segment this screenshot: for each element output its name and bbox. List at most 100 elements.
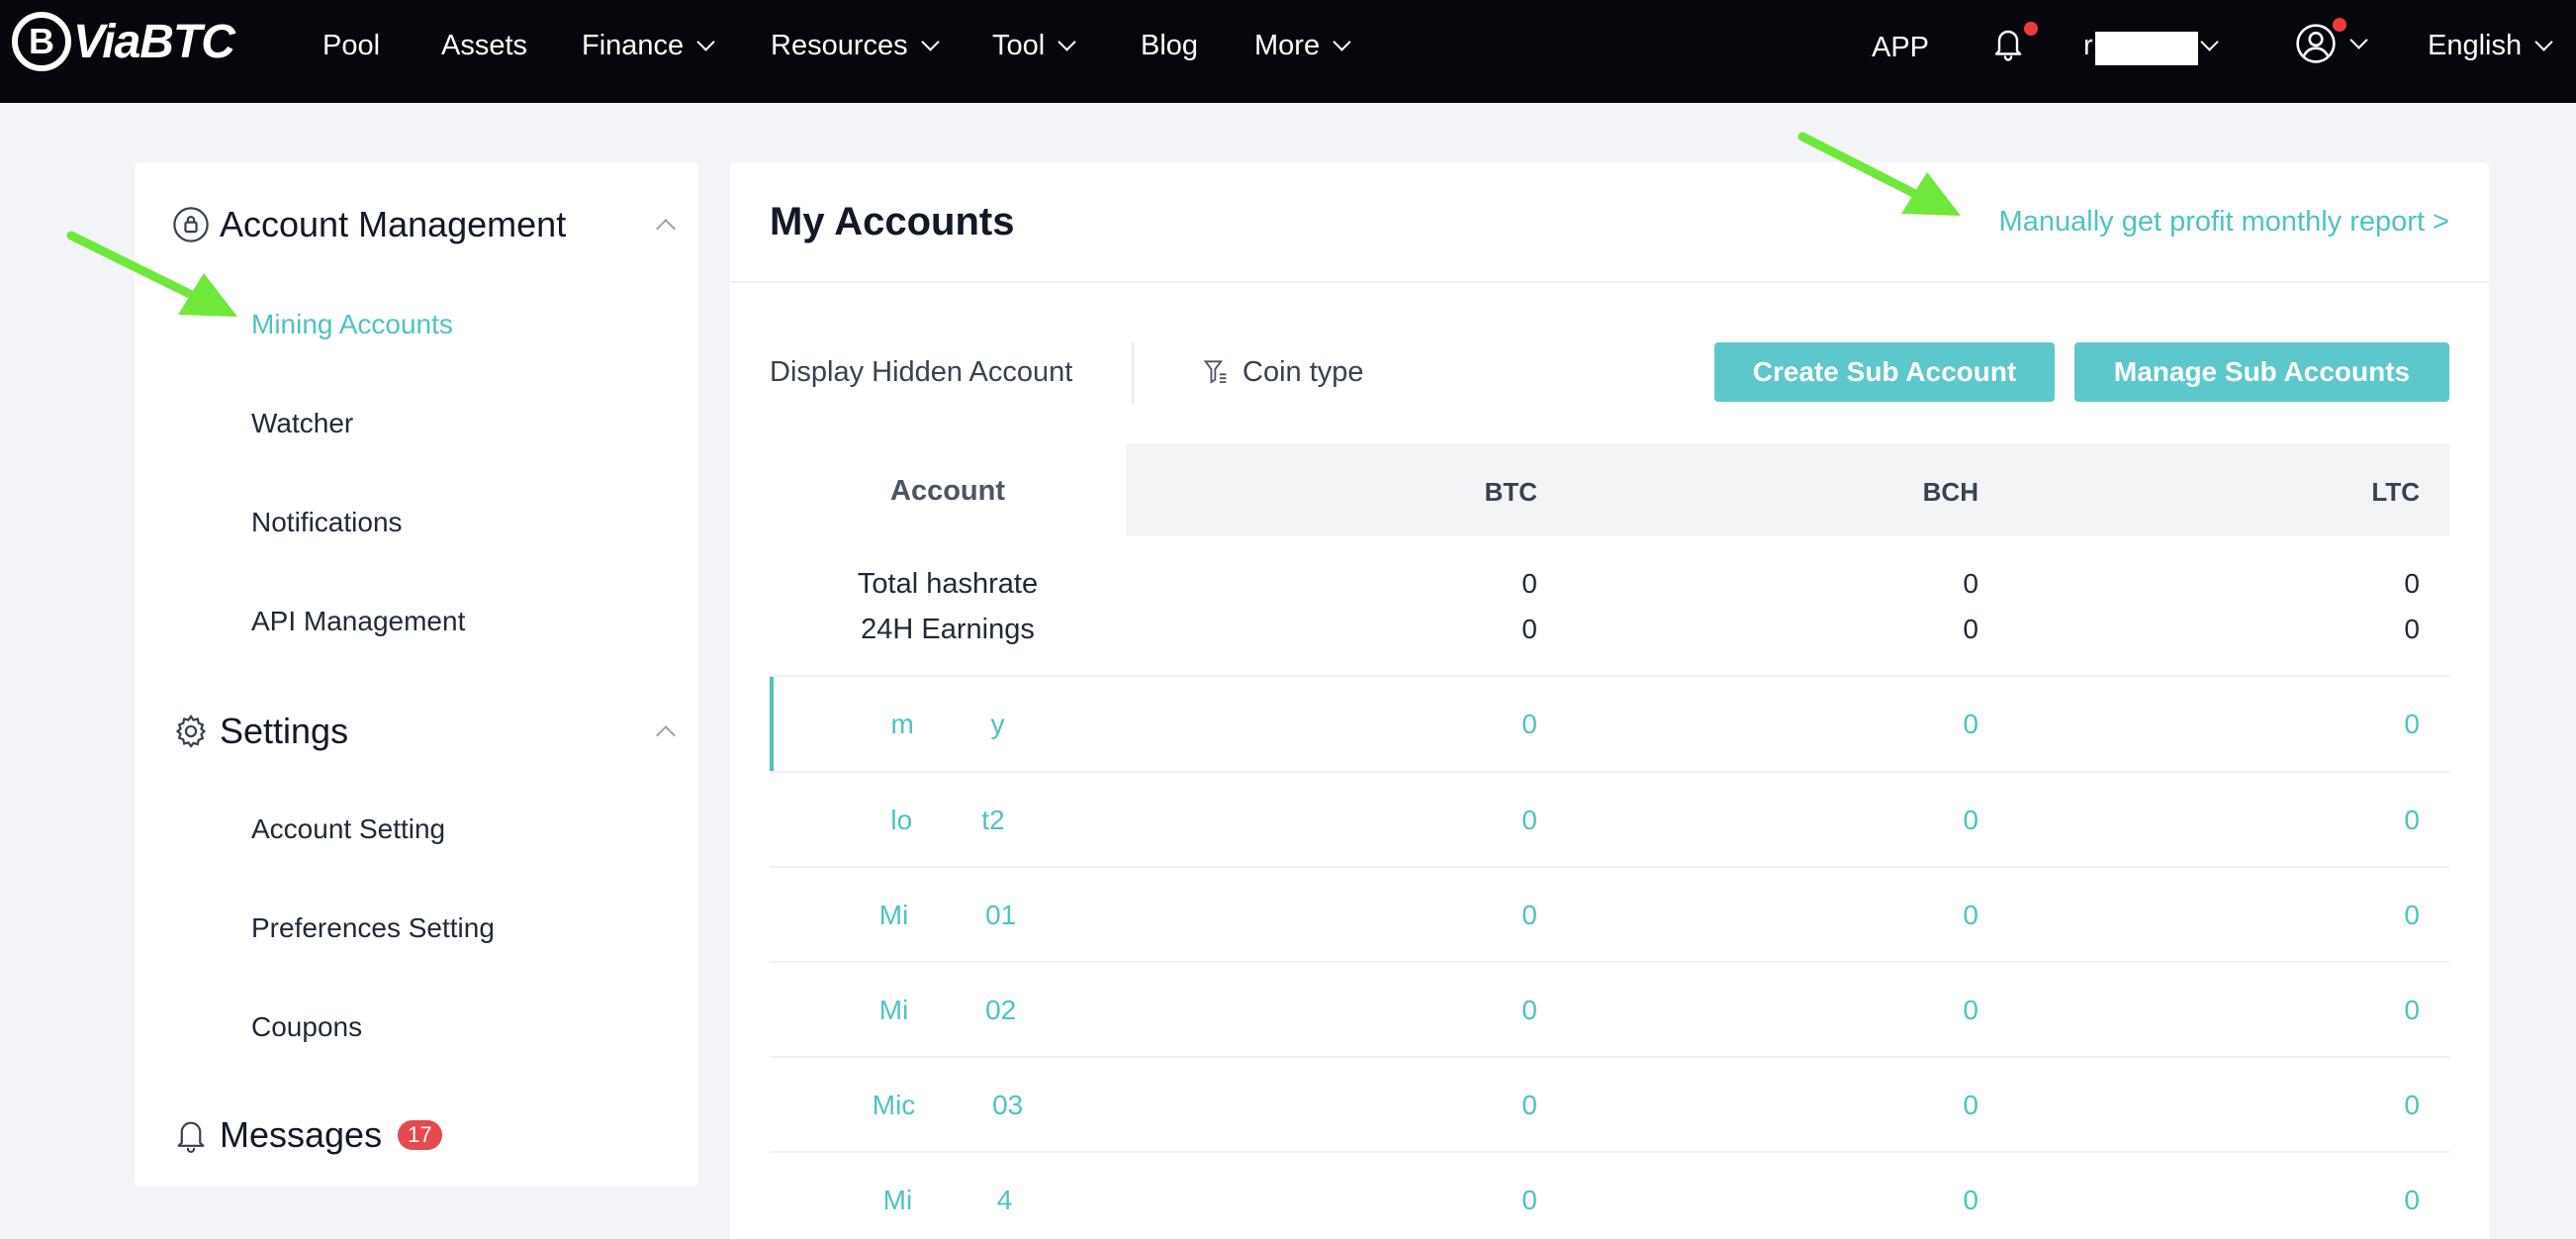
logo-text: ViaBTC [73,15,235,68]
sidebar-item-notifications[interactable]: Notifications [251,507,403,538]
manage-sub-accounts-button[interactable]: Manage Sub Accounts [2074,342,2449,402]
column-header-account: Account [890,475,1005,507]
cell-bch[interactable]: 0 [1864,1090,1978,1121]
cell-btc[interactable]: 0 [1423,1185,1537,1216]
display-hidden-label: Display Hidden Account [770,356,1073,388]
table-row[interactable]: Mi 02 0 0 0 [770,963,2449,1058]
nav-assets[interactable]: Assets [441,26,527,65]
nav-pool-label: Pool [322,29,381,61]
user-menu[interactable]: r y [2083,26,2219,65]
nav-finance[interactable]: Finance [582,26,715,65]
cell-btc[interactable]: 0 [1423,995,1537,1026]
cell-btc[interactable]: 0 [1423,900,1537,931]
account-name-link[interactable]: Mi 02 [770,995,1126,1026]
cell-ltc[interactable]: 0 [2305,805,2420,836]
viabtc-logo[interactable]: B ViaBTC [12,10,235,73]
total-hashrate-bch: 0 [1963,568,1978,599]
cell-bch[interactable]: 0 [1864,709,1978,740]
cell-ltc[interactable]: 0 [2305,1090,2420,1121]
bitcoin-logo-icon: B [12,12,71,71]
messages-header[interactable]: Messages 17 [172,1110,442,1160]
chevron-down-icon [2534,32,2553,51]
monthly-report-link[interactable]: Manually get profit monthly report > [1999,206,2449,238]
chevron-down-icon [2349,30,2368,49]
chevron-up-icon [656,219,676,238]
notifications-button[interactable] [1990,24,2026,63]
chevron-up-icon [656,725,676,745]
messages-title: Messages [220,1114,383,1155]
settings-header[interactable]: Settings [172,707,676,756]
account-name-link[interactable]: Mic 03 [770,1090,1126,1121]
column-header-btc: BTC [1484,477,1537,507]
cell-ltc[interactable]: 0 [2305,900,2420,931]
nav-blog[interactable]: Blog [1141,26,1198,65]
cell-bch[interactable]: 0 [1864,900,1978,931]
chevron-down-icon [2200,32,2219,51]
cell-btc[interactable]: 0 [1423,709,1537,740]
account-name-link[interactable]: lo t2 [770,805,1126,836]
total-hashrate-ltc: 0 [2404,568,2420,599]
total-hashrate-label: Total hashrate [857,568,1039,600]
chevron-down-icon [1058,32,1076,51]
language-label: English [2428,29,2523,61]
cell-btc[interactable]: 0 [1423,805,1537,836]
nav-app[interactable]: APP [1872,28,1929,67]
nav-pool[interactable]: Pool [322,26,380,65]
nav-app-label: APP [1872,31,1930,63]
total-hashrate-btc: 0 [1521,568,1537,599]
sidebar-item-preferences-setting[interactable]: Preferences Setting [251,912,495,944]
nav-tool[interactable]: Tool [992,26,1076,65]
nav-tool-label: Tool [992,29,1046,61]
table-row[interactable]: Mi 01 0 0 0 [770,868,2449,963]
cell-bch[interactable]: 0 [1864,995,1978,1026]
top-navbar: B ViaBTC Pool Assets Finance Resources T… [0,0,2576,103]
messages-count-badge: 17 [398,1120,442,1150]
create-sub-account-button[interactable]: Create Sub Account [1714,342,2055,402]
sidebar-item-coupons[interactable]: Coupons [251,1011,362,1043]
display-hidden-account-toggle[interactable]: Display Hidden Account [770,356,1072,389]
account-management-title: Account Management [220,204,567,244]
column-header-ltc: LTC [2371,477,2420,507]
toolbar-divider [1132,342,1134,404]
nav-more-label: More [1254,29,1321,61]
account-name-link[interactable]: Mi 01 [770,900,1126,931]
profile-dot [2333,18,2346,32]
cell-btc[interactable]: 0 [1423,1090,1537,1121]
user-circle-icon [2296,24,2336,63]
account-lock-icon [173,207,209,242]
coin-type-filter[interactable]: Coin type [1203,356,1364,389]
account-name-link[interactable]: Mi 4 [770,1185,1126,1216]
nav-finance-label: Finance [582,29,685,61]
nav-more[interactable]: More [1254,26,1351,65]
page-title: My Accounts [770,200,1015,243]
bell-icon [177,1121,205,1153]
table-row[interactable]: m y 0 0 0 [770,677,2449,772]
table-row[interactable]: Mi 4 0 0 0 [770,1153,2449,1239]
profile-menu[interactable] [2295,24,2368,63]
my-accounts-panel: My Accounts Manually get profit monthly … [730,162,2489,1239]
table-row[interactable]: lo t2 0 0 0 [770,773,2449,868]
table-row[interactable]: Mic 03 0 0 0 [770,1058,2449,1153]
earnings-24h-label: 24H Earnings [861,614,1035,645]
cell-bch[interactable]: 0 [1864,1185,1978,1216]
account-management-header[interactable]: Account Management [172,200,676,249]
language-select[interactable]: English [2428,26,2553,65]
bell-icon [1994,30,2022,61]
sidebar-item-watcher[interactable]: Watcher [251,408,353,439]
sidebar-item-mining-accounts[interactable]: Mining Accounts [251,309,453,340]
cell-bch[interactable]: 0 [1864,805,1978,836]
account-name-link[interactable]: m y [770,709,1126,740]
nav-resources-label: Resources [771,29,908,61]
nav-blog-label: Blog [1141,29,1199,61]
earnings-24h-btc: 0 [1521,614,1537,644]
sidebar-item-account-setting[interactable]: Account Setting [251,813,445,845]
cell-ltc[interactable]: 0 [2305,709,2420,740]
nav-resources[interactable]: Resources [771,26,940,65]
chevron-down-icon [920,32,940,51]
cell-ltc[interactable]: 0 [2305,995,2420,1026]
cell-ltc[interactable]: 0 [2305,1185,2420,1216]
sidebar-item-api-management[interactable]: API Management [251,606,465,637]
coin-type-label: Coin type [1242,356,1364,388]
table-header-bg [1126,443,2449,536]
gear-icon [175,715,207,748]
